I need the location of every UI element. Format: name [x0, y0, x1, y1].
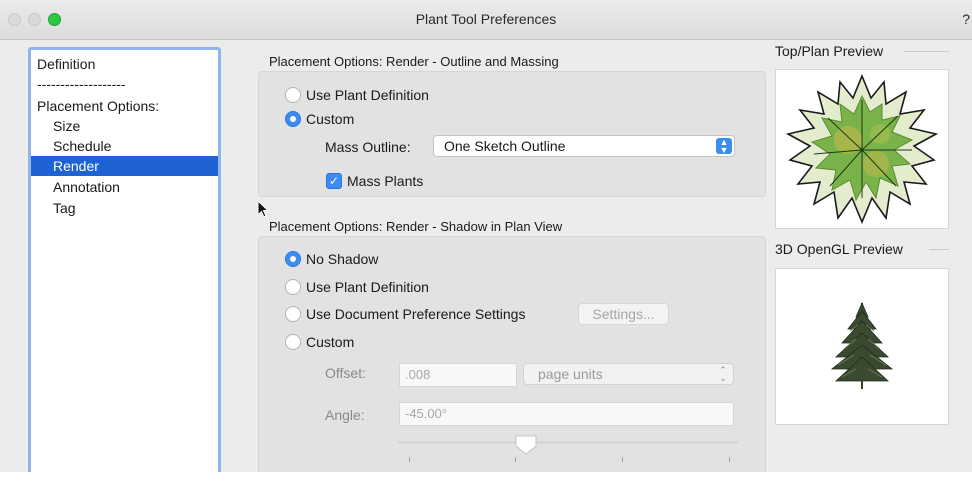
- offset-units-value: page units: [538, 366, 603, 382]
- sidebar-item-render[interactable]: Render: [31, 156, 218, 176]
- label-document-preference[interactable]: Use Document Preference Settings: [306, 305, 525, 323]
- mass-plants-checkbox[interactable]: ✓: [326, 173, 342, 189]
- sidebar-item-schedule[interactable]: Schedule: [31, 136, 218, 156]
- label-custom-shadow[interactable]: Custom: [306, 333, 354, 351]
- sidebar-item-tag[interactable]: Tag: [31, 198, 218, 218]
- sidebar-divider: -------------------: [37, 76, 126, 92]
- radio-custom-outline[interactable]: [285, 111, 301, 127]
- mass-plants-label[interactable]: Mass Plants: [347, 172, 423, 190]
- chevron-updown-icon: ⌃ ⌄: [719, 365, 727, 383]
- sidebar-group-placement-options[interactable]: Placement Options:: [31, 96, 218, 116]
- mass-outline-select[interactable]: One Sketch Outline ▲ ▼: [433, 135, 735, 157]
- settings-button[interactable]: Settings...: [578, 303, 669, 325]
- category-list[interactable]: Definition ------------------- Placement…: [28, 47, 221, 472]
- label-use-plant-definition[interactable]: Use Plant Definition: [306, 86, 429, 104]
- offset-input[interactable]: .008: [399, 363, 517, 387]
- sidebar-item-definition[interactable]: Definition: [31, 54, 218, 74]
- angle-slider-track[interactable]: [398, 441, 738, 444]
- opengl-preview-label: 3D OpenGL Preview: [775, 241, 903, 257]
- chevron-updown-icon: ▲ ▼: [716, 138, 732, 155]
- top-plan-preview: [775, 69, 949, 229]
- outline-section-title: Placement Options: Render - Outline and …: [269, 54, 559, 69]
- help-button[interactable]: ?: [962, 11, 970, 27]
- slider-tick: [729, 457, 730, 462]
- sidebar-item-annotation[interactable]: Annotation: [31, 177, 218, 197]
- plant-plan-symbol-image: [785, 73, 939, 225]
- preferences-window: Plant Tool Preferences ? Definition ----…: [0, 0, 972, 472]
- offset-units-select[interactable]: page units ⌃ ⌄: [523, 363, 734, 385]
- label-shadow-plant-definition[interactable]: Use Plant Definition: [306, 278, 429, 296]
- offset-label: Offset:: [325, 365, 366, 381]
- mass-outline-label: Mass Outline:: [325, 139, 411, 155]
- title-bar: Plant Tool Preferences ?: [0, 0, 972, 40]
- radio-use-plant-definition[interactable]: [285, 87, 301, 103]
- preview-separator: [929, 249, 949, 250]
- shadow-panel: No Shadow Use Plant Definition Use Docum…: [258, 236, 766, 472]
- slider-tick: [515, 457, 516, 462]
- slider-tick: [622, 457, 623, 462]
- radio-no-shadow[interactable]: [285, 251, 301, 267]
- opengl-preview: [775, 268, 949, 425]
- slider-tick: [409, 457, 410, 462]
- conifer-3d-image: [830, 301, 894, 389]
- label-custom-outline[interactable]: Custom: [306, 110, 354, 128]
- mouse-pointer-icon: [257, 200, 270, 218]
- preview-separator: [904, 51, 949, 52]
- radio-document-preference[interactable]: [285, 306, 301, 322]
- mass-outline-value: One Sketch Outline: [444, 138, 566, 154]
- radio-custom-shadow[interactable]: [285, 334, 301, 350]
- window-title: Plant Tool Preferences: [415, 11, 557, 27]
- radio-shadow-plant-definition[interactable]: [285, 279, 301, 295]
- sidebar-item-size[interactable]: Size: [31, 116, 218, 136]
- label-no-shadow[interactable]: No Shadow: [306, 250, 378, 268]
- outline-panel: Use Plant Definition Custom Mass Outline…: [258, 71, 766, 197]
- angle-input[interactable]: -45.00°: [399, 402, 734, 426]
- shadow-section-title: Placement Options: Render - Shadow in Pl…: [269, 219, 563, 234]
- angle-slider-thumb[interactable]: [514, 435, 538, 455]
- angle-label: Angle:: [325, 407, 365, 423]
- top-plan-preview-label: Top/Plan Preview: [775, 43, 884, 59]
